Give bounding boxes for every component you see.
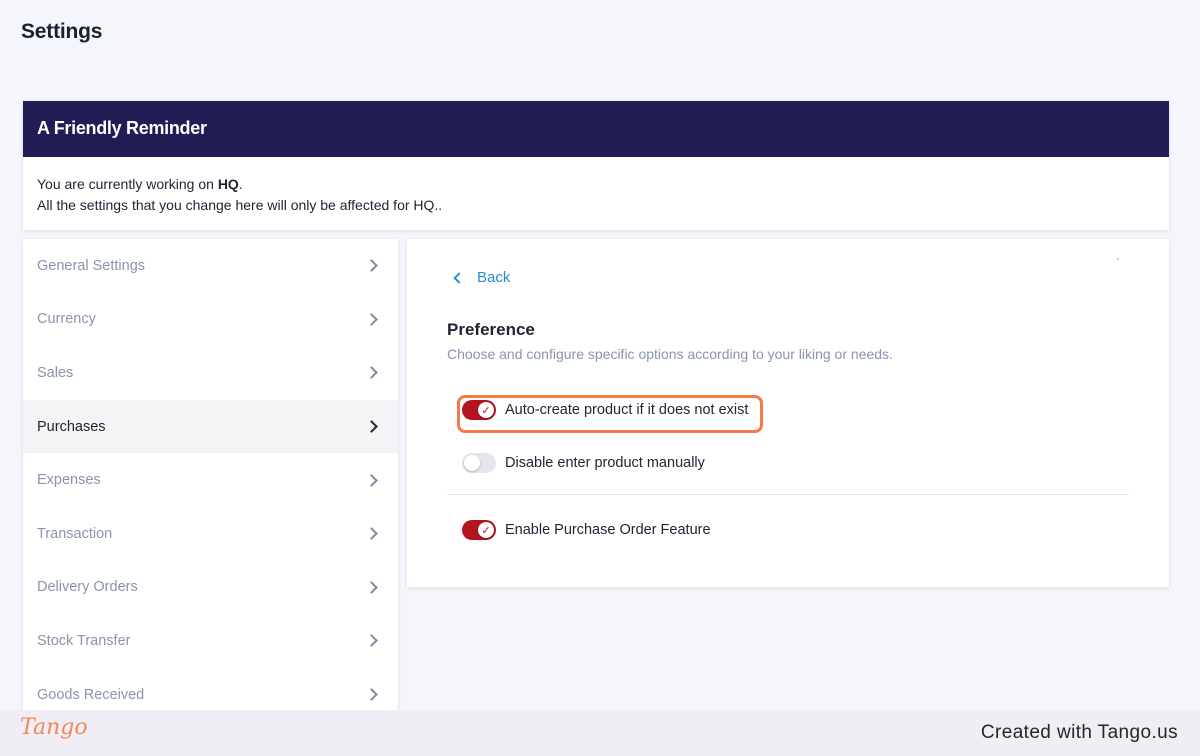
- chevron-right-icon: [365, 688, 378, 701]
- chevron-left-icon: [453, 272, 465, 284]
- sidebar-item-label: Goods Received: [37, 686, 145, 703]
- option-disable-enter-product-manually: Disable enter product manually: [462, 453, 705, 473]
- chevron-right-icon: [365, 259, 378, 273]
- reminder-location: HQ: [217, 176, 239, 192]
- chevron-right-icon: [365, 634, 378, 648]
- sidebar-item-label: Stock Transfer: [37, 632, 131, 649]
- chevron-right-icon: [365, 366, 378, 380]
- section-title: Preference: [447, 320, 535, 339]
- sidebar-item-label: Currency: [37, 311, 96, 328]
- credit-text: Created with Tango.us: [980, 722, 1178, 743]
- tango-logo: Tango: [20, 715, 88, 740]
- sidebar-item-transaction[interactable]: Transaction: [23, 507, 398, 561]
- sidebar-item-stock-transfer[interactable]: Stock Transfer: [23, 614, 398, 668]
- sidebar-item-label: Purchases: [37, 418, 106, 435]
- sidebar-item-currency[interactable]: Currency: [23, 293, 398, 347]
- disable-enter-product-toggle[interactable]: [462, 453, 496, 473]
- chevron-right-icon: [365, 473, 378, 487]
- reminder-card: A Friendly Reminder You are currently wo…: [23, 101, 1169, 230]
- tango-footer: Tango Created with Tango.us: [0, 710, 1200, 756]
- option-label: Disable enter product manually: [505, 455, 705, 471]
- section-subtitle: Choose and configure specific options ac…: [447, 346, 893, 362]
- sidebar-item-general-settings[interactable]: General Settings: [23, 239, 398, 293]
- sidebar-item-expenses[interactable]: Expenses: [23, 453, 398, 507]
- chevron-right-icon: [365, 580, 378, 594]
- sidebar-item-label: General Settings: [37, 257, 146, 274]
- reminder-line-1: You are currently working on HQ.: [37, 174, 1169, 195]
- sidebar-item-delivery-orders[interactable]: Delivery Orders: [23, 561, 398, 615]
- reminder-line-2: All the settings that you change here wi…: [37, 197, 443, 213]
- sidebar-item-label: Delivery Orders: [37, 579, 138, 596]
- sidebar-item-label: Sales: [37, 364, 74, 381]
- sidebar-item-purchases[interactable]: Purchases: [23, 399, 398, 454]
- reminder-line1-suffix: .: [238, 176, 243, 192]
- highlight-box: [457, 395, 763, 433]
- settings-sidebar: General Settings Currency Sales Purchase…: [23, 239, 398, 719]
- sidebar-item-label: Transaction: [37, 525, 113, 542]
- toggle-knob: [464, 455, 480, 471]
- divider: [447, 494, 1129, 495]
- chevron-right-icon: [365, 527, 378, 541]
- enable-purchase-order-toggle[interactable]: ✓: [462, 520, 496, 540]
- reminder-line1-prefix: You are currently working on: [37, 176, 218, 192]
- reminder-body: You are currently working on HQ. All the…: [23, 157, 1169, 216]
- chevron-right-icon: [365, 313, 378, 326]
- check-icon: ✓: [478, 522, 494, 538]
- sidebar-item-label: Expenses: [37, 472, 101, 489]
- option-label: Enable Purchase Order Feature: [505, 522, 711, 538]
- decorative-dot: [1117, 258, 1119, 260]
- page-title: Settings: [21, 20, 103, 43]
- back-label: Back: [477, 269, 511, 286]
- chevron-right-icon: [365, 420, 378, 433]
- option-enable-purchase-order: ✓ Enable Purchase Order Feature: [462, 520, 711, 540]
- reminder-title: A Friendly Reminder: [23, 101, 1169, 157]
- back-link[interactable]: Back: [453, 269, 511, 286]
- sidebar-item-sales[interactable]: Sales: [23, 346, 398, 400]
